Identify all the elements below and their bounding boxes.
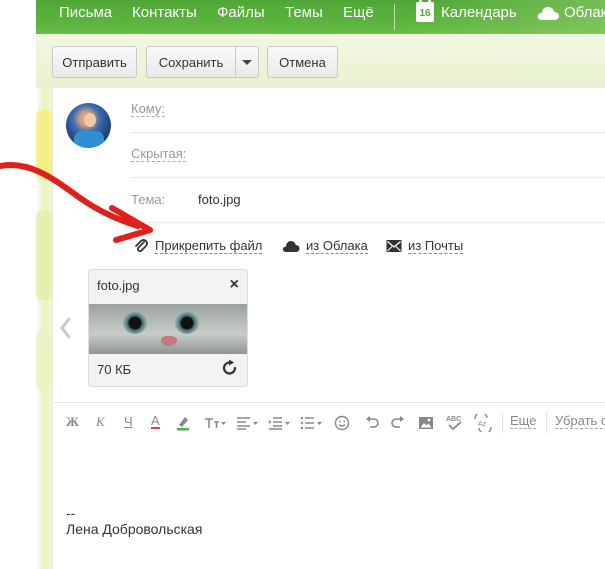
signature-separator: -- [66, 505, 76, 521]
underline-button[interactable]: Ч [124, 414, 133, 429]
rotate-icon[interactable] [221, 359, 239, 377]
list-icon[interactable] [300, 416, 322, 430]
annotation-arrow-icon [0, 161, 153, 243]
attach-from-cloud-label: из Облака [306, 238, 368, 254]
attachment-size: 70 КБ [97, 362, 132, 377]
calendar-ring [419, 0, 422, 5]
attach-from-mail-label: из Почты [408, 238, 464, 254]
signature-name: Лена Добровольская [66, 521, 203, 537]
thumbnail-cat-eye [123, 312, 147, 334]
thumbnail-cat-eye [175, 312, 199, 334]
attachment-thumbnail[interactable] [89, 304, 247, 354]
undo-icon[interactable] [364, 415, 380, 431]
highlight-color-icon[interactable] [176, 415, 190, 431]
subject-field-line [131, 222, 605, 223]
attachment-filename: foto.jpg [97, 278, 140, 293]
nav-item-more[interactable]: Ещё [343, 4, 374, 21]
spellcheck-icon[interactable]: ABC [446, 413, 464, 433]
remove-format-button[interactable]: Убрать о [555, 414, 605, 429]
attachment-card[interactable]: foto.jpg × 70 КБ [88, 269, 248, 387]
nav-separator [394, 4, 395, 30]
cloud-icon [282, 241, 300, 252]
calendar-ring [428, 0, 431, 5]
subject-input[interactable]: foto.jpg [198, 192, 241, 207]
cancel-button[interactable]: Отмена [267, 46, 338, 78]
format-toolbar: Ж К Ч А ABC Az Еще Убрать о [52, 403, 605, 443]
avatar-shirt [74, 131, 104, 148]
avatar [66, 103, 111, 148]
nav-item-files[interactable]: Файлы [217, 4, 265, 21]
more-format-button[interactable]: Еще [510, 414, 537, 429]
attach-file-label: Прикрепить файл [155, 238, 263, 254]
svg-text:Az: Az [478, 421, 487, 428]
save-dropdown-button[interactable] [235, 46, 259, 78]
to-field-line [131, 132, 605, 133]
envelope-icon [386, 240, 402, 252]
image-icon[interactable] [418, 415, 434, 431]
calendar-day-number: 16 [419, 8, 431, 19]
save-button[interactable]: Сохранить [146, 46, 236, 78]
translate-icon[interactable]: Az [474, 414, 492, 432]
thumbnail-cat-nose [161, 336, 177, 346]
align-icon[interactable] [236, 416, 258, 430]
indent-icon[interactable] [268, 416, 290, 430]
toolbar-divider [546, 413, 547, 433]
toolbar-divider [502, 413, 503, 433]
attach-from-cloud-link[interactable]: из Облака [282, 236, 368, 256]
avatar-face [84, 113, 96, 127]
page-left-edge [0, 0, 36, 569]
nav-item-contacts[interactable]: Контакты [132, 4, 197, 21]
bold-button[interactable]: Ж [66, 414, 79, 430]
smiley-icon[interactable] [334, 415, 350, 431]
chevron-left-icon[interactable] [58, 316, 72, 340]
nav-item-mail[interactable]: Письма [59, 4, 112, 21]
calendar-icon[interactable]: 16 [416, 0, 434, 22]
svg-text:ABC: ABC [446, 416, 461, 423]
nav-item-cloud[interactable]: Облак [564, 4, 605, 21]
nav-item-calendar[interactable]: Календарь [441, 4, 517, 21]
font-color-button[interactable]: А [151, 414, 160, 429]
to-field-label[interactable]: Кому: [131, 102, 165, 117]
send-button[interactable]: Отправить [52, 46, 137, 78]
redo-icon[interactable] [390, 415, 406, 431]
bcc-field-line [131, 177, 605, 178]
attach-from-mail-link[interactable]: из Почты [386, 236, 464, 256]
cloud-icon[interactable] [536, 5, 560, 21]
close-icon[interactable]: × [230, 276, 239, 294]
chevron-down-icon [242, 59, 252, 65]
font-size-icon[interactable] [204, 416, 226, 430]
italic-button[interactable]: К [96, 414, 105, 430]
wallpaper-flower [36, 330, 52, 390]
nav-item-themes[interactable]: Темы [285, 4, 323, 21]
